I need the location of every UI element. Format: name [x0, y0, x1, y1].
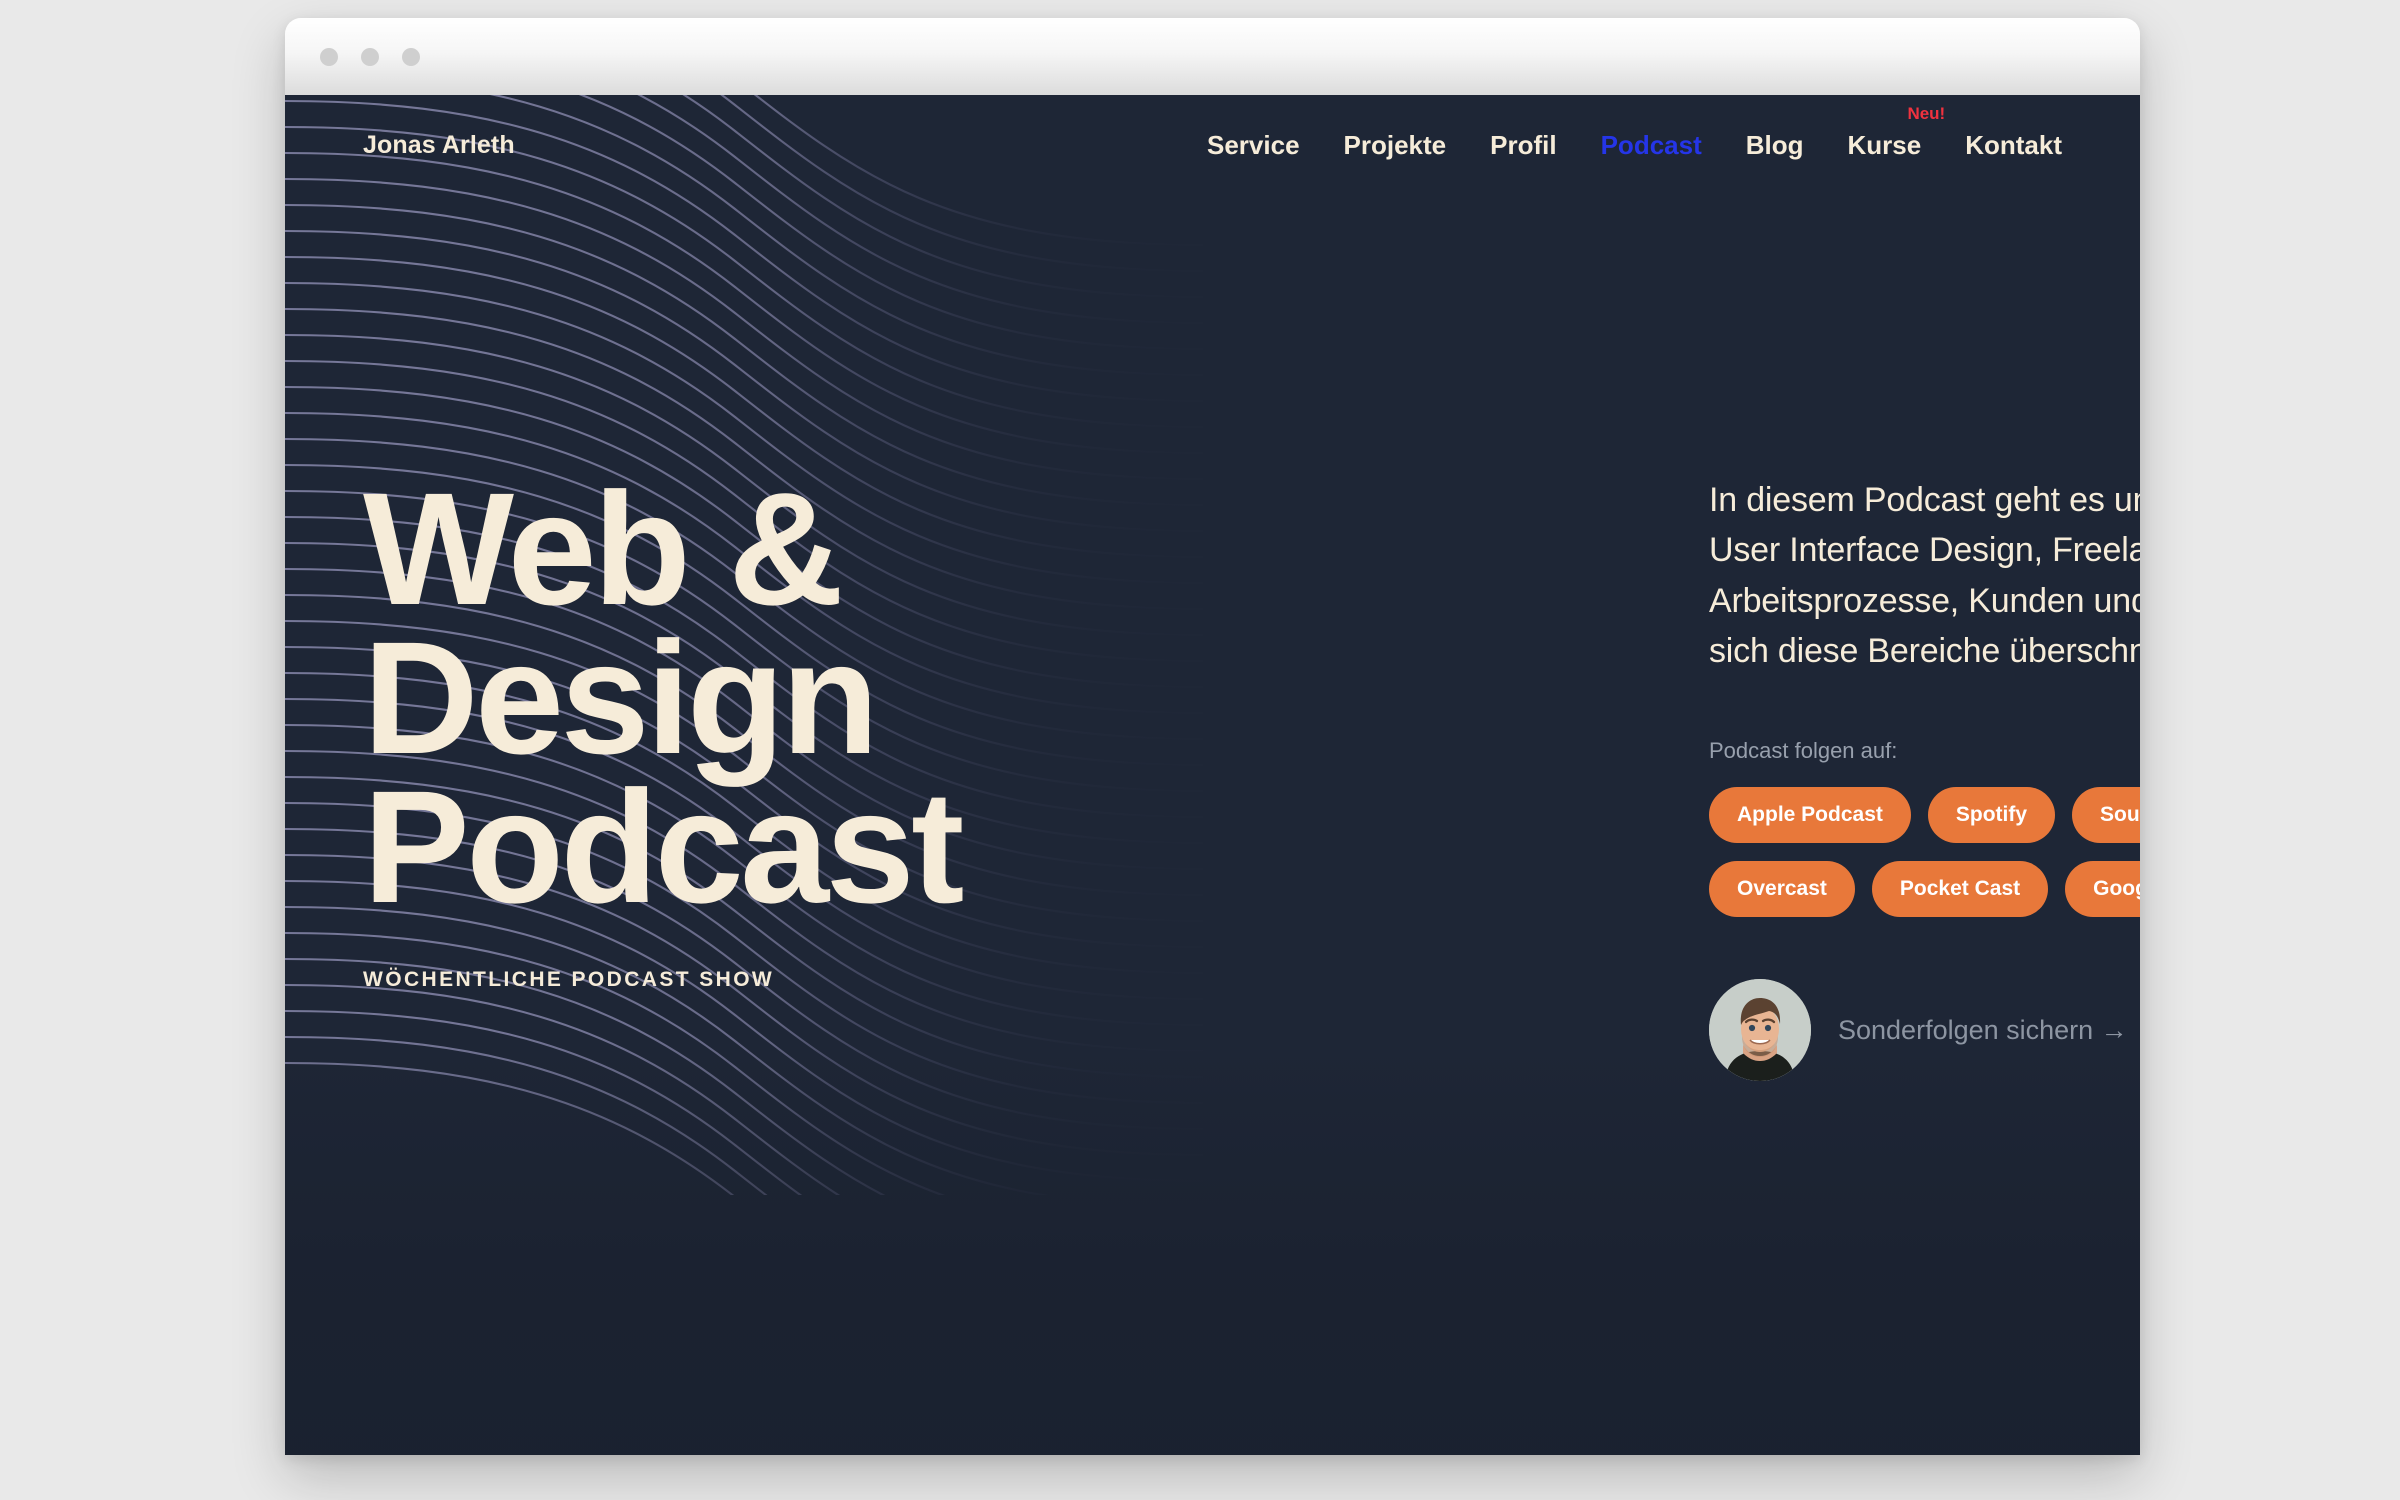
window-controls — [320, 48, 420, 66]
platform-button-apple-podcast[interactable]: Apple Podcast — [1709, 787, 1911, 844]
hero-right-column: In diesem Podcast geht es um Web und Use… — [1709, 475, 2140, 1082]
minimize-button[interactable] — [361, 48, 379, 66]
nav-item-service[interactable]: Service — [1207, 130, 1300, 161]
platform-button-row-1: Apple Podcast Spotify Soundcloud — [1709, 787, 2140, 844]
cta-link-sonderfolgen[interactable]: Sonderfolgen sichern → — [1838, 1015, 2128, 1046]
avatar — [1709, 979, 1811, 1082]
platform-button-spotify[interactable]: Spotify — [1927, 787, 2056, 844]
browser-window: Jonas Arleth Service Projekte Profil Pod… — [285, 18, 2140, 1455]
nav-badge-neu: Neu! — [1907, 103, 1946, 123]
follow-label: Podcast folgen auf: — [1709, 738, 1898, 764]
nav-item-blog[interactable]: Blog — [1746, 130, 1804, 161]
nav-item-kurse-label: Kurse — [1847, 129, 1922, 160]
page-bottom-gradient — [285, 1035, 2140, 1455]
close-button[interactable] — [320, 48, 338, 66]
nav-item-kurse[interactable]: Kurse Neu! — [1847, 104, 1946, 161]
platform-button-google-podcast[interactable]: Google Podcast — [2065, 861, 2140, 918]
hero-headline-line-2: Design — [363, 607, 879, 787]
hero-headline-line-3: Podcast — [363, 756, 964, 936]
nav-item-profil[interactable]: Profil — [1490, 130, 1556, 161]
nav-item-kontakt[interactable]: Kontakt — [1965, 130, 2062, 161]
site-logo[interactable]: Jonas Arleth — [363, 131, 515, 160]
main-navigation: Service Projekte Profil Podcast Blog Kur… — [1207, 104, 2062, 161]
platform-button-row-2: Overcast Pocket Cast Google Podcast — [1709, 861, 2140, 918]
hero-headline-line-1: Web & — [363, 459, 844, 638]
hero-eyebrow-text: WÖCHENTLICHE PODCAST SHOW — [363, 968, 775, 992]
platform-button-pocket-cast[interactable]: Pocket Cast — [1871, 861, 2049, 918]
platform-button-overcast[interactable]: Overcast — [1709, 861, 1855, 918]
hero-description: In diesem Podcast geht es um Web und Use… — [1709, 481, 2140, 670]
browser-titlebar — [285, 18, 2140, 95]
nav-item-podcast[interactable]: Podcast — [1601, 130, 1702, 161]
cta-row: Sonderfolgen sichern → — [1709, 979, 2140, 1082]
website-page: Jonas Arleth Service Projekte Profil Pod… — [285, 95, 2140, 1455]
site-header: Jonas Arleth Service Projekte Profil Pod… — [285, 95, 2140, 195]
platform-button-soundcloud[interactable]: Soundcloud — [2072, 787, 2140, 844]
maximize-button[interactable] — [402, 48, 420, 66]
hero-left-column: Web & Design Podcast WÖCHENTLICHE PODCAS… — [363, 459, 964, 992]
nav-item-projekte[interactable]: Projekte — [1344, 130, 1447, 161]
